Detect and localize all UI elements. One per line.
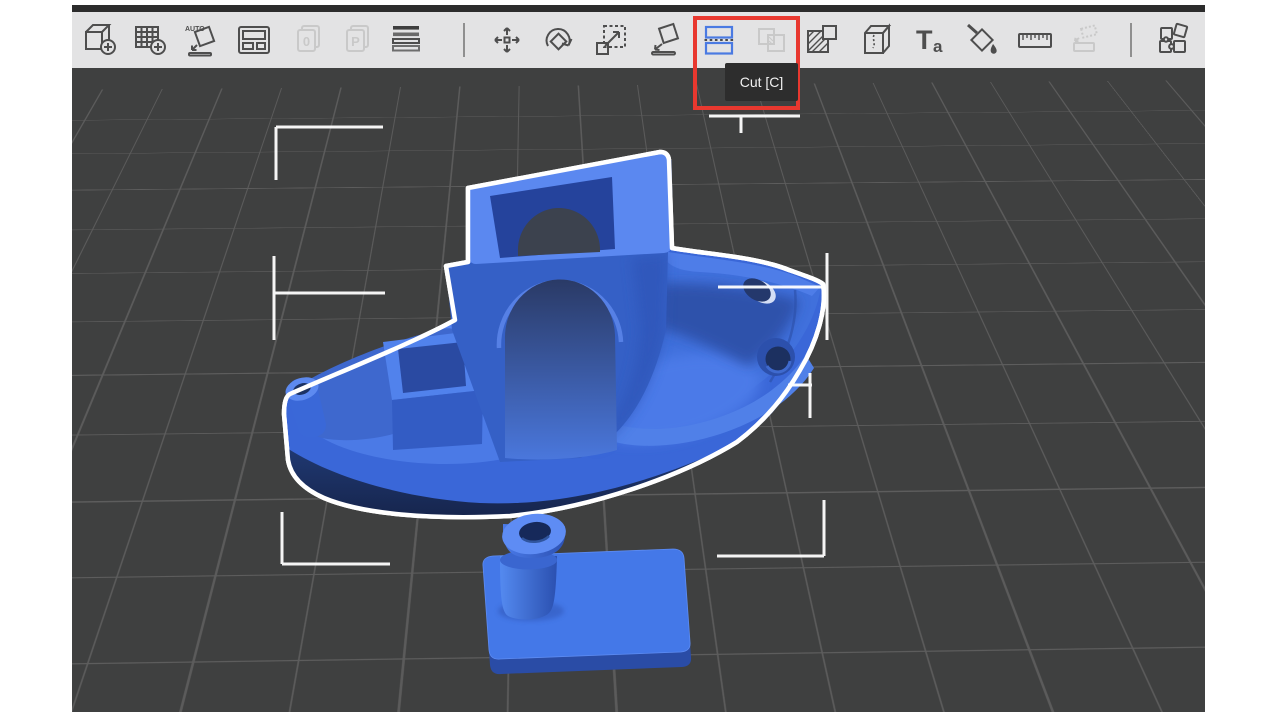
auto-orient-button[interactable]: AUTO (178, 17, 226, 63)
scene-canvas (72, 68, 1205, 712)
lay-on-face-button[interactable] (641, 17, 689, 63)
add-plate-button[interactable] (126, 17, 174, 63)
layer-bars-icon (386, 20, 426, 60)
plate-p-button: P (336, 17, 384, 63)
layer-bars-button[interactable] (382, 17, 430, 63)
assembly-view-button (1062, 17, 1110, 63)
auto-orient-icon: AUTO (182, 20, 222, 60)
svg-text:0: 0 (303, 34, 310, 49)
paint-bucket-icon (962, 20, 1002, 60)
app-window: AUTO 0 P (0, 0, 1280, 720)
cut-tool-button[interactable] (695, 17, 743, 63)
assembly-view-icon (1066, 20, 1106, 60)
support-paint-icon (802, 20, 842, 60)
scale-tool-button[interactable] (587, 17, 635, 63)
svg-text:T: T (916, 25, 933, 55)
add-cube-icon (80, 20, 120, 60)
split-objects-button[interactable] (1149, 17, 1197, 63)
main-toolbar: AUTO 0 P (72, 12, 1205, 68)
window-top-strip (72, 5, 1205, 12)
cut-icon (699, 20, 739, 60)
chimney-cut-piece-object[interactable] (483, 510, 691, 674)
plate-0-icon: 0 (291, 20, 331, 60)
svg-text:a: a (933, 37, 943, 56)
text-tool-button[interactable]: T a (906, 17, 954, 63)
toolbar-separator (463, 23, 465, 57)
measure-tool-button[interactable] (1011, 17, 1059, 63)
move-icon (487, 20, 527, 60)
move-tool-button[interactable] (483, 17, 531, 63)
add-object-button[interactable] (76, 17, 124, 63)
lay-on-face-icon (645, 20, 685, 60)
rotate-icon (538, 20, 578, 60)
arrange-button[interactable] (230, 17, 278, 63)
3d-viewport[interactable] (72, 68, 1205, 712)
scale-icon (591, 20, 631, 60)
plate-p-icon: P (340, 20, 380, 60)
mesh-boolean-icon (752, 20, 792, 60)
benchy-boat-model[interactable] (282, 152, 823, 517)
seam-paint-icon (857, 20, 897, 60)
cut-tooltip-label: Cut [C] (740, 74, 784, 90)
support-painting-button[interactable] (798, 17, 846, 63)
ruler-icon (1015, 20, 1055, 60)
rotate-tool-button[interactable] (534, 17, 582, 63)
puzzle-split-icon (1153, 20, 1193, 60)
arrange-icon (234, 20, 274, 60)
seam-painting-button[interactable] (853, 17, 901, 63)
svg-text:P: P (351, 34, 360, 49)
cut-tooltip: Cut [C] (725, 63, 798, 101)
text-tool-icon: T a (910, 20, 950, 60)
mesh-boolean-button (748, 17, 796, 63)
toolbar-separator (1130, 23, 1132, 57)
plate-0-button: 0 (287, 17, 335, 63)
add-plate-icon (130, 20, 170, 60)
color-painting-button[interactable] (958, 17, 1006, 63)
